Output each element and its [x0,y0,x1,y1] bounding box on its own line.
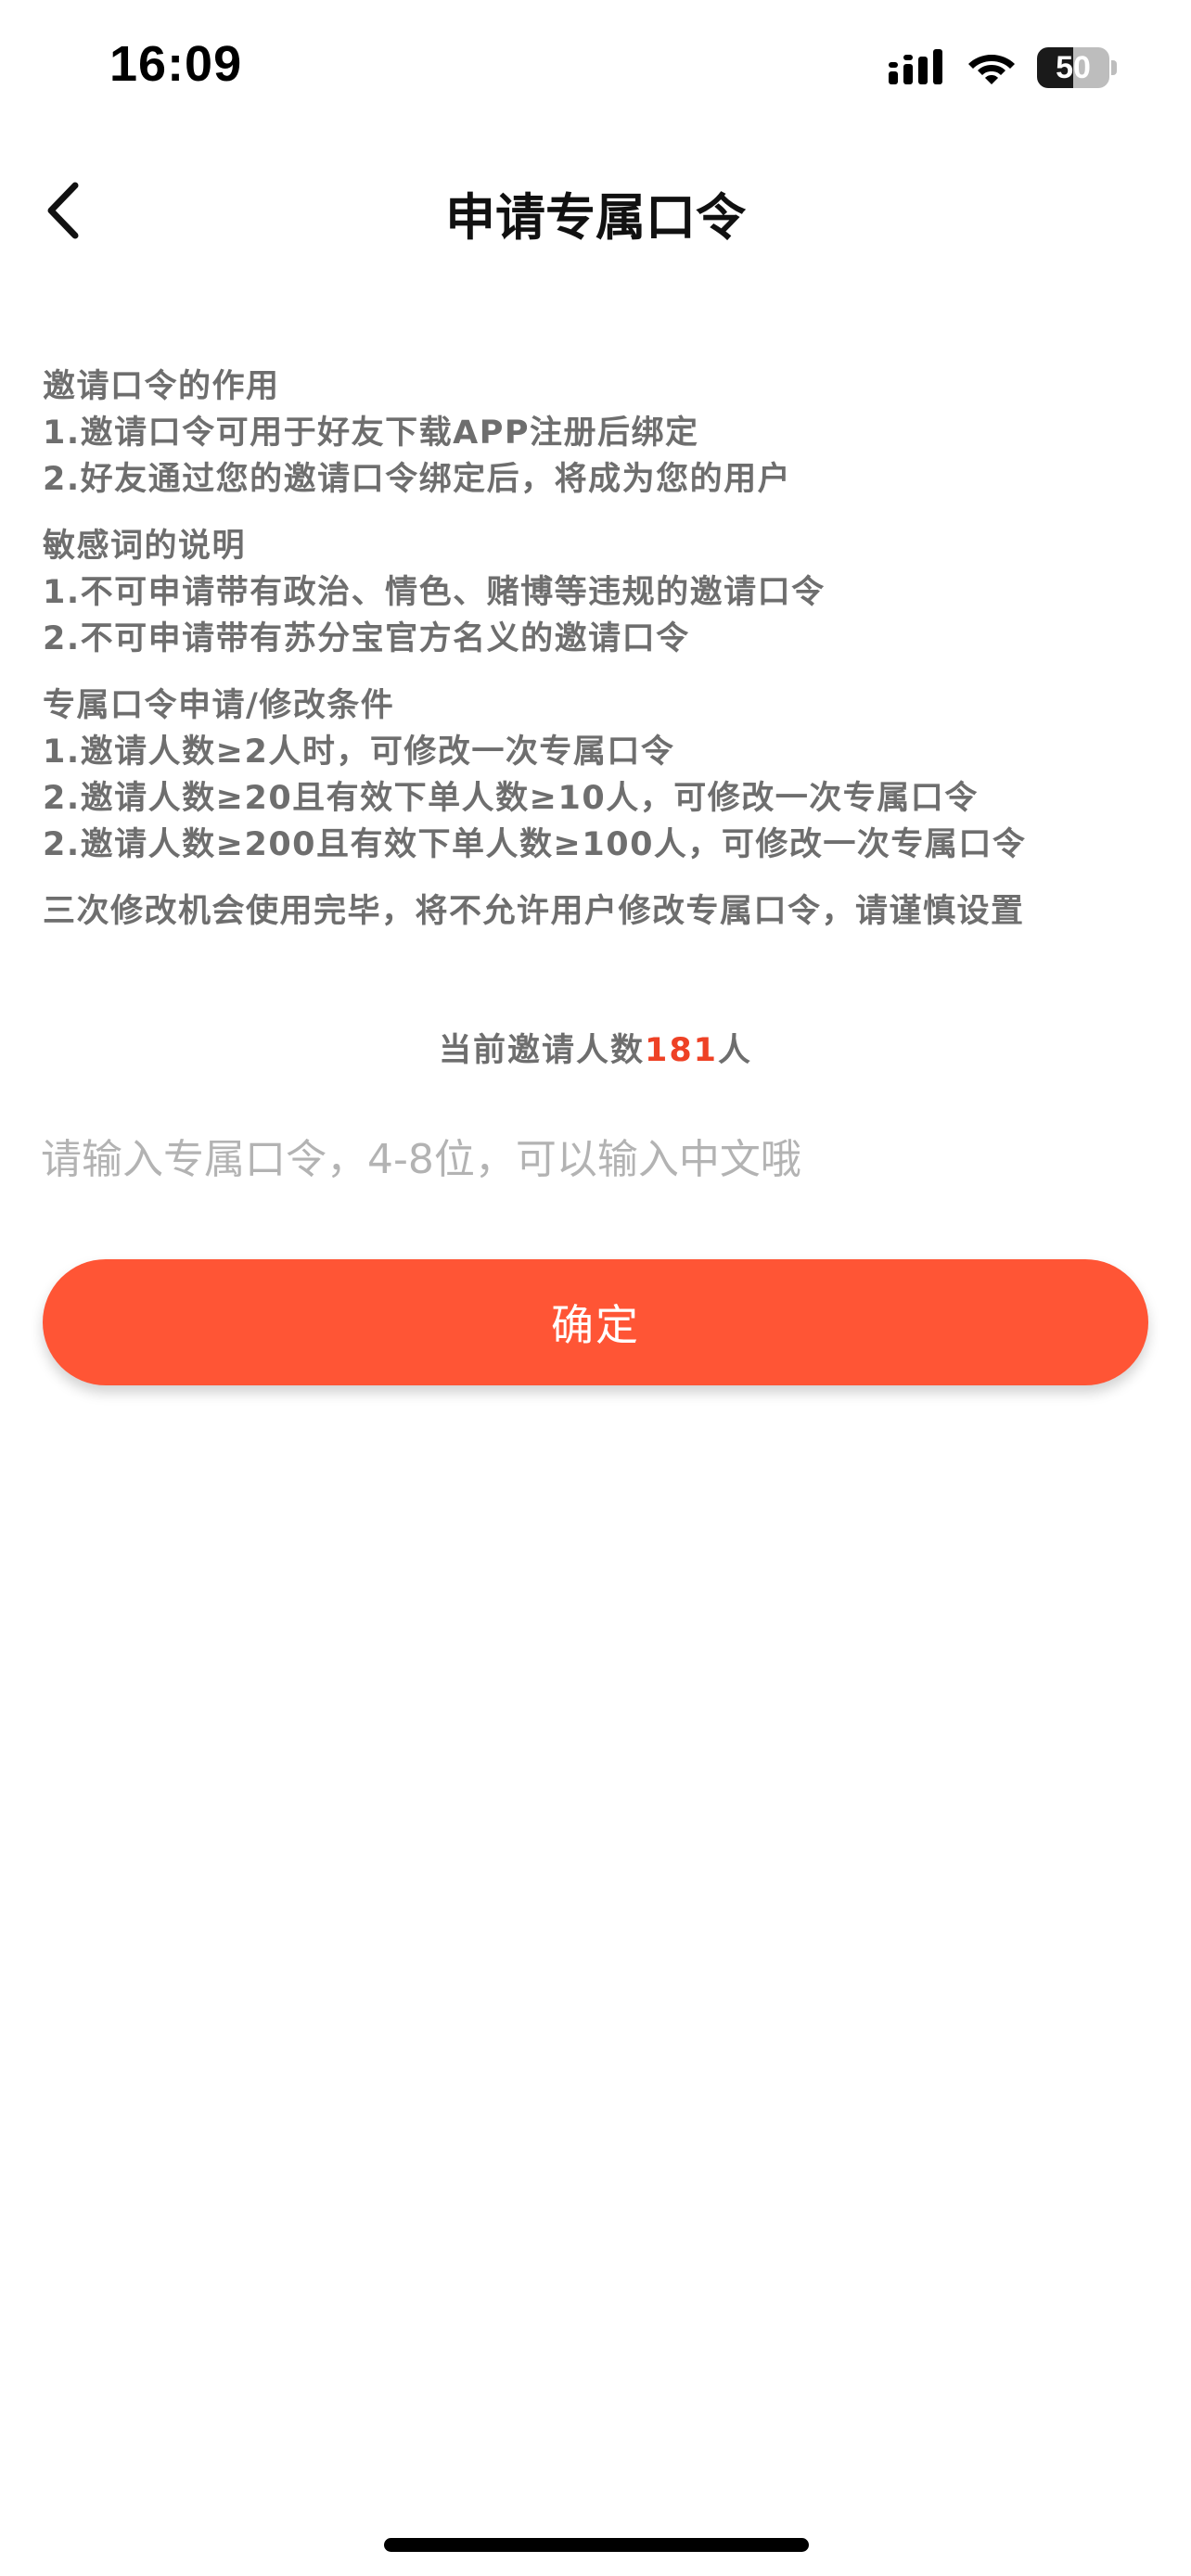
invite-count: 当前邀请人数181人 [0,1024,1191,1071]
status-bar: 16:09 50 [0,0,1191,139]
status-icons: 50 [889,45,1117,91]
battery-icon: 50 [1037,47,1117,88]
info-block-purpose: 邀请口令的作用 1.邀请口令可用于好友下载APP注册后绑定 2.好友通过您的邀请… [43,363,1156,503]
info-block-sensitive-words: 敏感词的说明 1.不可申请带有政治、情色、赌博等违规的邀请口令 2.不可申请带有… [43,523,1156,662]
invite-count-value: 181 [644,1032,719,1069]
info-line: 1.邀请人数≥2人时，可修改一次专属口令 [43,733,675,771]
info-block-conditions: 专属口令申请/修改条件 1.邀请人数≥2人时，可修改一次专属口令 2.邀请人数≥… [43,682,1156,868]
page-title: 申请专属口令 [445,188,746,247]
modification-notice: 三次修改机会使用完毕，将不允许用户修改专属口令，请谨慎设置 [43,893,1025,930]
info-line: 1.邀请口令可用于好友下载APP注册后绑定 [43,414,699,452]
nav-bar: 申请专属口令 [0,158,1191,260]
info-section: 邀请口令的作用 1.邀请口令可用于好友下载APP注册后绑定 2.好友通过您的邀请… [43,363,1156,935]
invite-count-suffix: 人 [718,1032,753,1069]
cellular-signal-icon [889,49,942,84]
info-heading: 敏感词的说明 [43,528,247,565]
invite-count-prefix: 当前邀请人数 [438,1032,645,1069]
home-indicator[interactable] [384,2538,809,2552]
battery-level: 50 [1037,47,1109,88]
info-line: 1.不可申请带有政治、情色、赌博等违规的邀请口令 [43,574,826,611]
invite-code-input[interactable] [41,1122,1150,1196]
info-line: 2.邀请人数≥200且有效下单人数≥100人，可修改一次专属口令 [43,826,1027,863]
battery-tip [1111,60,1117,75]
info-line: 2.不可申请带有苏分宝官方名义的邀请口令 [43,620,690,657]
screen: 16:09 50 申请专属口令 邀请口令的作用 1.邀请口令可用于好友下载APP… [0,0,1191,2576]
wifi-icon [968,55,1015,84]
status-time: 16:09 [109,36,243,92]
info-heading: 专属口令申请/修改条件 [43,687,395,724]
info-heading: 邀请口令的作用 [43,368,280,405]
info-line: 2.邀请人数≥20且有效下单人数≥10人，可修改一次专属口令 [43,780,979,817]
info-line: 2.好友通过您的邀请口令绑定后，将成为您的用户 [43,461,792,498]
confirm-button[interactable]: 确定 [43,1259,1148,1385]
